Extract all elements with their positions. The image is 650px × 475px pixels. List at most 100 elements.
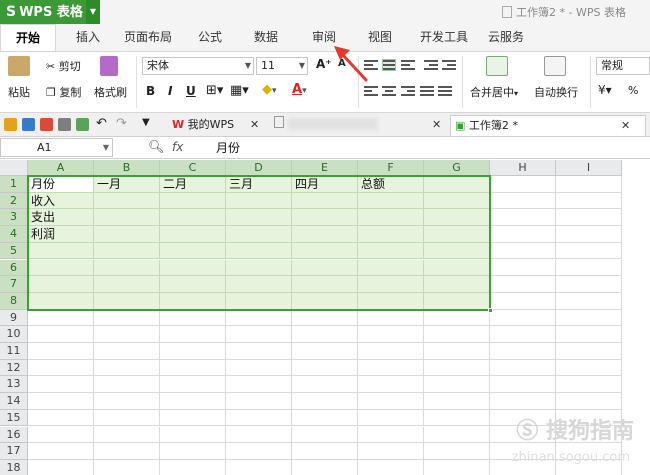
formula-input[interactable]: 月份 <box>216 139 240 156</box>
cell-h7[interactable] <box>490 276 556 293</box>
merge-center-button[interactable]: 合并居中▾ <box>470 84 518 100</box>
align-top-icon[interactable] <box>364 60 378 72</box>
cell-a8[interactable] <box>28 292 94 310</box>
cell-f9[interactable] <box>358 309 424 327</box>
grow-font-button[interactable]: A⁺ <box>316 57 332 71</box>
cell-g16[interactable] <box>424 426 490 444</box>
close-icon[interactable]: ✕ <box>432 115 441 135</box>
cell-a17[interactable] <box>28 443 94 460</box>
cell-h5[interactable] <box>490 242 556 260</box>
cell-h9[interactable] <box>490 309 556 327</box>
row-header-1[interactable]: 1 <box>0 176 28 193</box>
cell-g3[interactable] <box>424 209 490 227</box>
cell-f2[interactable] <box>358 192 424 210</box>
cell-h14[interactable] <box>490 393 556 410</box>
cell-b12[interactable] <box>94 359 160 377</box>
close-icon[interactable]: ✕ <box>621 116 630 136</box>
print-preview-icon[interactable] <box>76 118 89 131</box>
cell-h2[interactable] <box>490 192 556 210</box>
row-header-10[interactable]: 10 <box>0 326 28 343</box>
cell-h8[interactable] <box>490 292 556 310</box>
cell-h13[interactable] <box>490 376 556 394</box>
cell-d12[interactable] <box>226 359 292 377</box>
cell-b9[interactable] <box>94 309 160 327</box>
cell-c9[interactable] <box>160 309 226 327</box>
cell-h3[interactable] <box>490 209 556 227</box>
cell-d18[interactable] <box>226 459 292 475</box>
align-bottom-icon[interactable] <box>401 60 415 72</box>
cell-f17[interactable] <box>358 443 424 460</box>
row-header-7[interactable]: 7 <box>0 276 28 293</box>
cell-c17[interactable] <box>160 443 226 460</box>
print-icon[interactable] <box>58 118 71 131</box>
cell-d5[interactable] <box>226 242 292 260</box>
cell-e4[interactable] <box>292 226 358 243</box>
cell-c2[interactable] <box>160 192 226 210</box>
cell-d15[interactable] <box>226 409 292 427</box>
cell-d13[interactable] <box>226 376 292 394</box>
cut-button[interactable]: ✂ 剪切 <box>46 58 81 74</box>
cell-c3[interactable] <box>160 209 226 227</box>
chevron-down-icon[interactable]: ▼ <box>103 139 109 156</box>
increase-indent-icon[interactable] <box>442 60 456 72</box>
column-header-f[interactable]: F <box>358 160 424 176</box>
cell-c11[interactable] <box>160 343 226 360</box>
column-header-h[interactable]: H <box>490 160 556 176</box>
redo-icon[interactable]: ↷ <box>116 116 127 131</box>
cell-f15[interactable] <box>358 409 424 427</box>
cell-d6[interactable] <box>226 259 292 277</box>
undo-icon[interactable]: ↶ <box>96 116 107 131</box>
cell-d2[interactable] <box>226 192 292 210</box>
cell-a1[interactable]: 月份 <box>28 176 94 193</box>
cell-h11[interactable] <box>490 343 556 360</box>
cell-a7[interactable] <box>28 276 94 293</box>
row-header-6[interactable]: 6 <box>0 259 28 277</box>
column-header-c[interactable]: C <box>160 160 226 176</box>
row-header-4[interactable]: 4 <box>0 226 28 243</box>
cell-d3[interactable] <box>226 209 292 227</box>
cell-b14[interactable] <box>94 393 160 410</box>
cell-d17[interactable] <box>226 443 292 460</box>
percent-button[interactable]: % <box>628 84 638 97</box>
row-header-15[interactable]: 15 <box>0 409 28 427</box>
cell-f18[interactable] <box>358 459 424 475</box>
cell-style-icon[interactable]: ▦▾ <box>230 83 249 98</box>
cell-b13[interactable] <box>94 376 160 394</box>
cell-a4[interactable]: 利润 <box>28 226 94 243</box>
cell-g7[interactable] <box>424 276 490 293</box>
cell-i1[interactable] <box>556 176 622 193</box>
tab-formulas[interactable]: 公式 <box>192 24 228 51</box>
select-all-corner[interactable] <box>0 160 28 176</box>
cell-e8[interactable] <box>292 292 358 310</box>
cell-d1[interactable]: 三月 <box>226 176 292 193</box>
cell-d16[interactable] <box>226 426 292 444</box>
cell-i11[interactable] <box>556 343 622 360</box>
cell-h1[interactable] <box>490 176 556 193</box>
cell-i6[interactable] <box>556 259 622 277</box>
cell-f1[interactable]: 总额 <box>358 176 424 193</box>
tab-home[interactable]: 开始 <box>0 24 56 51</box>
save-icon[interactable] <box>22 118 35 131</box>
cell-g17[interactable] <box>424 443 490 460</box>
cell-b8[interactable] <box>94 292 160 310</box>
align-left-icon[interactable] <box>364 86 378 98</box>
cell-g11[interactable] <box>424 343 490 360</box>
cell-i8[interactable] <box>556 292 622 310</box>
cell-g6[interactable] <box>424 259 490 277</box>
cell-d4[interactable] <box>226 226 292 243</box>
cell-a6[interactable] <box>28 259 94 277</box>
cell-c1[interactable]: 二月 <box>160 176 226 193</box>
column-header-d[interactable]: D <box>226 160 292 176</box>
cell-a13[interactable] <box>28 376 94 394</box>
distributed-align-icon[interactable] <box>438 86 452 98</box>
cell-a2[interactable]: 收入 <box>28 192 94 210</box>
cell-c12[interactable] <box>160 359 226 377</box>
cell-g15[interactable] <box>424 409 490 427</box>
cell-a9[interactable] <box>28 309 94 327</box>
cell-e5[interactable] <box>292 242 358 260</box>
cell-d9[interactable] <box>226 309 292 327</box>
row-header-14[interactable]: 14 <box>0 393 28 410</box>
cell-c14[interactable] <box>160 393 226 410</box>
tab-data[interactable]: 数据 <box>248 24 284 51</box>
cell-f7[interactable] <box>358 276 424 293</box>
